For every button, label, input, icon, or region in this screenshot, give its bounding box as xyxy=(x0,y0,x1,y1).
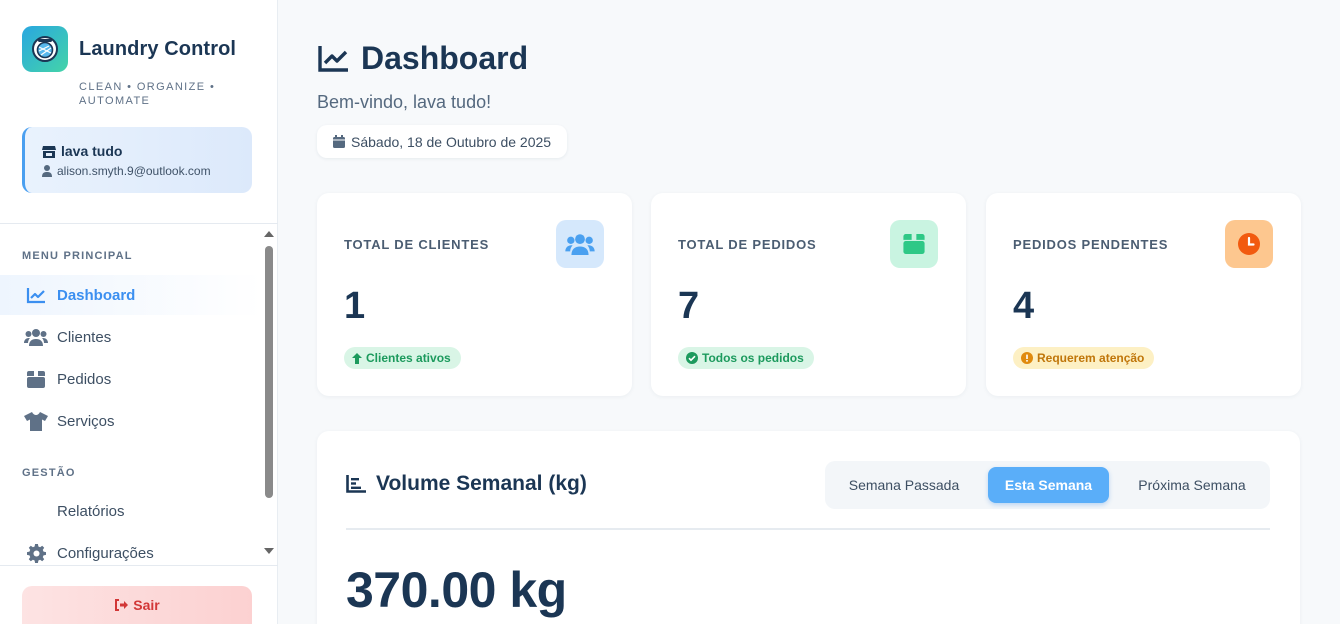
user-email: alison.smyth.9@outlook.com xyxy=(57,164,211,178)
tab-proxima-semana[interactable]: Próxima Semana xyxy=(1122,467,1262,503)
sidebar-item-label: Configurações xyxy=(57,544,154,562)
stat-label: PEDIDOS PENDENTES xyxy=(1013,237,1169,252)
check-circle-icon xyxy=(686,352,698,364)
brand-tagline: CLEAN • ORGANIZE • AUTOMATE xyxy=(79,81,216,107)
sidebar-item-clientes[interactable]: Clientes xyxy=(0,317,262,357)
volume-title: Volume Semanal (kg) xyxy=(346,472,587,496)
volume-divider xyxy=(346,528,1270,530)
stat-value: 4 xyxy=(1013,285,1035,327)
stat-label: TOTAL DE CLIENTES xyxy=(344,237,490,252)
status-badge-label: Clientes ativos xyxy=(366,351,451,365)
stat-label: TOTAL DE PEDIDOS xyxy=(678,237,817,252)
sidebar-item-servicos[interactable]: Serviços xyxy=(0,401,262,441)
stat-card-clientes: TOTAL DE CLIENTES 1 Clientes ativos xyxy=(317,193,632,396)
brand-name: Laundry Control xyxy=(79,37,237,60)
sidebar-item-label: Clientes xyxy=(57,328,112,346)
sidebar-item-label: Dashboard xyxy=(57,286,136,304)
status-badge: Todos os pedidos xyxy=(678,347,814,369)
weekly-volume-card: Volume Semanal (kg) Semana Passada Esta … xyxy=(317,431,1300,624)
chart-line-icon xyxy=(317,45,349,73)
page-title: Dashboard xyxy=(317,40,528,77)
status-badge-label: Todos os pedidos xyxy=(702,351,804,365)
status-badge: Clientes ativos xyxy=(344,347,461,369)
sidebar-item-label: Pedidos xyxy=(57,370,112,388)
volume-value: 370.00 kg xyxy=(346,562,567,618)
sidebar-divider xyxy=(0,223,278,224)
scroll-down-arrow-icon[interactable] xyxy=(264,548,274,554)
user-card: lava tudo alison.smyth.9@outlook.com xyxy=(22,127,252,193)
user-icon xyxy=(42,165,52,177)
brand[interactable]: Laundry Control xyxy=(22,26,236,72)
sign-out-icon xyxy=(114,599,129,611)
stat-value: 7 xyxy=(678,285,700,327)
users-icon xyxy=(24,328,48,346)
sidebar-item-label: Serviços xyxy=(57,412,115,430)
scroll-thumb[interactable] xyxy=(265,246,273,498)
status-badge-label: Requerem atenção xyxy=(1037,351,1145,365)
store-name-row: lava tudo xyxy=(42,143,122,159)
box-icon xyxy=(890,220,938,268)
logout-label: Sair xyxy=(133,597,160,613)
user-email-row: alison.smyth.9@outlook.com xyxy=(42,164,211,178)
sidebar-item-configuracoes[interactable]: Configurações xyxy=(0,533,262,573)
status-badge: Requerem atenção xyxy=(1013,347,1155,369)
tab-esta-semana[interactable]: Esta Semana xyxy=(988,467,1109,503)
sidebar-bottom-divider xyxy=(0,565,278,566)
clock-icon xyxy=(1225,220,1273,268)
welcome-text: Bem-vindo, lava tudo! xyxy=(317,92,492,112)
date-pill: Sábado, 18 de Outubro de 2025 xyxy=(317,125,568,158)
gear-icon xyxy=(24,543,48,563)
sidebar: Laundry Control CLEAN • ORGANIZE • AUTOM… xyxy=(0,0,278,624)
users-icon xyxy=(556,220,604,268)
washing-machine-icon xyxy=(22,26,68,72)
alert-circle-icon xyxy=(1021,352,1033,364)
section-label-main: MENU PRINCIPAL xyxy=(22,250,133,262)
stat-card-pedidos: TOTAL DE PEDIDOS 7 Todos os pedidos xyxy=(651,193,966,396)
stat-value: 1 xyxy=(344,285,366,327)
sidebar-item-label: Relatórios xyxy=(57,502,125,520)
page-title-text: Dashboard xyxy=(361,40,529,76)
week-tabs: Semana Passada Esta Semana Próxima Seman… xyxy=(825,461,1270,509)
chart-line-icon xyxy=(24,287,48,304)
logout-button[interactable]: Sair xyxy=(22,586,252,624)
volume-title-text: Volume Semanal (kg) xyxy=(376,472,587,495)
tab-semana-passada[interactable]: Semana Passada xyxy=(833,467,975,503)
sidebar-scrollbar[interactable] xyxy=(263,228,276,562)
current-date: Sábado, 18 de Outubro de 2025 xyxy=(351,133,552,150)
calendar-icon xyxy=(333,135,345,148)
arrow-up-icon xyxy=(352,352,362,364)
box-icon xyxy=(24,370,48,388)
sidebar-item-pedidos[interactable]: Pedidos xyxy=(0,359,262,399)
store-name: lava tudo xyxy=(61,143,123,159)
sidebar-item-relatorios[interactable]: Relatórios xyxy=(0,491,262,531)
sidebar-item-dashboard[interactable]: Dashboard xyxy=(0,275,262,315)
stat-card-pendentes: PEDIDOS PENDENTES 4 Requerem atenção xyxy=(986,193,1301,396)
scroll-up-arrow-icon[interactable] xyxy=(264,231,274,237)
bar-chart-icon xyxy=(346,475,366,493)
shirt-icon xyxy=(24,411,48,431)
store-icon xyxy=(42,145,56,158)
section-label-gestao: GESTÃO xyxy=(22,467,76,479)
